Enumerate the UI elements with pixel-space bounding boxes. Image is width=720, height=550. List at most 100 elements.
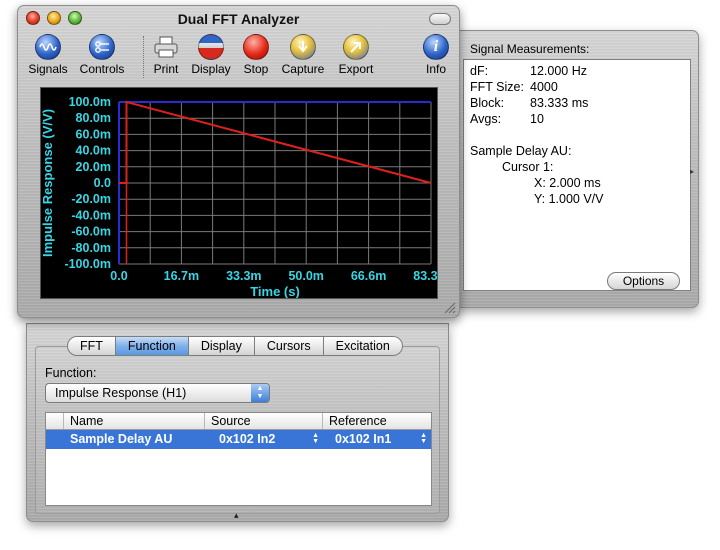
row-spacer — [46, 430, 64, 449]
stop-icon — [243, 34, 269, 60]
measurement-cursor-label: Cursor 1: — [502, 160, 554, 174]
tab-bar: FFT Function Display Cursors Excitation — [67, 336, 403, 356]
channel-table: Name Source Reference Sample Delay AU 0x… — [45, 412, 432, 506]
export-icon — [343, 34, 369, 60]
row-reference-value: 0x102 In1 — [335, 432, 392, 446]
impulse-response-plot[interactable]: 100.0m 80.0m 60.0m 40.0m 20.0m 0.0 -20.0m -40.0… — [40, 87, 449, 299]
toolbar-separator — [143, 36, 144, 78]
resize-grip-icon[interactable] — [444, 302, 456, 314]
signal-measurements-drawer: Signal Measurements: dF: 12.000 Hz FFT Si… — [455, 30, 699, 308]
row-name: Sample Delay AU — [70, 432, 173, 446]
measurement-value: 10 — [530, 112, 544, 126]
measurement-key: dF: — [470, 64, 489, 78]
plot-svg: 100.0m 80.0m 60.0m 40.0m 20.0m 0.0 -20.0m -40.0… — [40, 95, 449, 299]
column-header-name[interactable]: Name — [64, 413, 205, 429]
print-button[interactable]: Print — [149, 34, 183, 76]
signals-label: Signals — [28, 62, 68, 76]
y-tick-label: 0.0 — [94, 176, 111, 190]
info-icon: i — [423, 34, 449, 60]
row-reference-select[interactable]: 0x102 In1 ▲ ▼ — [323, 430, 431, 449]
function-select[interactable]: Impulse Response (H1) ▲ ▼ — [45, 383, 270, 403]
display-label: Display — [191, 62, 231, 76]
measurement-key: FFT Size: — [470, 80, 524, 94]
y-tick-label: 40.0m — [76, 144, 111, 158]
column-header-source[interactable]: Source — [205, 413, 323, 429]
control-panel: FFT Function Display Cursors Excitation … — [26, 323, 449, 522]
table-row[interactable]: Sample Delay AU 0x102 In2 ▲ ▼ 0x102 In1 ▲… — [46, 430, 431, 449]
capture-icon — [290, 34, 316, 60]
panel-grip-icon[interactable]: ▴ — [234, 510, 239, 521]
measurement-row: dF: 12.000 Hz — [470, 63, 690, 79]
y-tick-label: -100.0m — [64, 257, 111, 271]
tab-display[interactable]: Display — [188, 336, 255, 356]
y-tick-label: 100.0m — [69, 95, 111, 109]
tab-excitation[interactable]: Excitation — [323, 336, 403, 356]
y-tick-label: 60.0m — [76, 127, 111, 141]
print-label: Print — [153, 62, 179, 76]
measurement-key: Block: — [470, 96, 505, 110]
updown-arrows-icon: ▲ ▼ — [420, 432, 427, 445]
toolbar-toggle-button[interactable] — [429, 13, 451, 25]
tab-function[interactable]: Function — [115, 336, 189, 356]
x-axis-label: Time (s) — [250, 284, 300, 298]
y-tick-label: -40.0m — [71, 208, 111, 222]
toolbar: Signals Controls Print Display Stop Capt… — [18, 32, 459, 82]
measurement-value: 83.333 ms — [530, 96, 589, 110]
x-tick-label: 16.7m — [164, 269, 199, 283]
signals-button[interactable]: Signals — [25, 34, 71, 76]
function-select-value: Impulse Response (H1) — [55, 386, 187, 400]
updown-arrows-icon: ▲ ▼ — [312, 432, 319, 445]
tab-fft[interactable]: FFT — [67, 336, 116, 356]
measurement-value: 12.000 Hz — [530, 64, 587, 78]
column-header-reference[interactable]: Reference — [323, 413, 431, 429]
controls-label: Controls — [79, 62, 125, 76]
export-button[interactable]: Export — [334, 34, 378, 76]
measurement-value: 4000 — [530, 80, 558, 94]
measurements-title: Signal Measurements: — [470, 42, 590, 56]
y-tick-label: 80.0m — [76, 111, 111, 125]
x-tick-label: 33.3m — [226, 269, 261, 283]
display-icon — [198, 34, 224, 60]
measurement-cursor-y: Y: 1.000 V/V — [534, 192, 604, 206]
info-label: Info — [425, 62, 446, 76]
table-header: Name Source Reference — [46, 413, 431, 430]
window-title: Dual FFT Analyzer — [177, 11, 300, 27]
title-bar[interactable]: Dual FFT Analyzer — [18, 6, 459, 32]
export-label: Export — [338, 62, 374, 76]
drawer-grip-icon[interactable]: ▸ — [690, 167, 694, 176]
tab-cursors[interactable]: Cursors — [254, 336, 324, 356]
printer-icon — [153, 34, 179, 60]
y-tick-label: -20.0m — [71, 192, 111, 206]
function-label: Function: — [45, 366, 97, 380]
row-source-value: 0x102 In2 — [219, 432, 276, 446]
updown-arrows-icon: ▲ ▼ — [251, 384, 269, 402]
x-tick-label: 66.6m — [351, 269, 386, 283]
measurement-channel: Sample Delay AU: — [470, 144, 572, 158]
measurement-row: FFT Size: 4000 — [470, 79, 690, 95]
x-tick-label: 0.0 — [110, 269, 127, 283]
stop-button[interactable]: Stop — [240, 34, 272, 76]
capture-label: Capture — [281, 62, 325, 76]
y-axis-label: Impulse Response (V/V) — [41, 109, 55, 257]
controls-button[interactable]: Controls — [75, 34, 129, 76]
info-button[interactable]: i Info — [421, 34, 451, 76]
capture-button[interactable]: Capture — [280, 34, 326, 76]
signals-icon — [35, 34, 61, 60]
display-button[interactable]: Display — [190, 34, 232, 76]
x-tick-label: 50.0m — [288, 269, 323, 283]
controls-icon — [89, 34, 115, 60]
measurements-panel: dF: 12.000 Hz FFT Size: 4000 Block: 83.333 … — [463, 59, 691, 291]
row-source-select[interactable]: 0x102 In2 ▲ ▼ — [205, 430, 323, 449]
measurement-row: Avgs: 10 — [470, 111, 690, 127]
measurement-row: Block: 83.333 ms — [470, 95, 690, 111]
y-tick-label: 20.0m — [76, 160, 111, 174]
stop-label: Stop — [243, 62, 269, 76]
x-tick-label: 83.3m — [413, 269, 437, 283]
measurement-key: Avgs: — [470, 112, 502, 126]
y-tick-label: -60.0m — [71, 225, 111, 239]
options-button[interactable]: Options — [607, 272, 680, 290]
analyzer-window: Dual FFT Analyzer Signals Controls Print… — [17, 5, 460, 318]
table-header-spacer — [46, 413, 64, 429]
measurement-cursor-x: X: 2.000 ms — [534, 176, 601, 190]
y-tick-label: -80.0m — [71, 241, 111, 255]
